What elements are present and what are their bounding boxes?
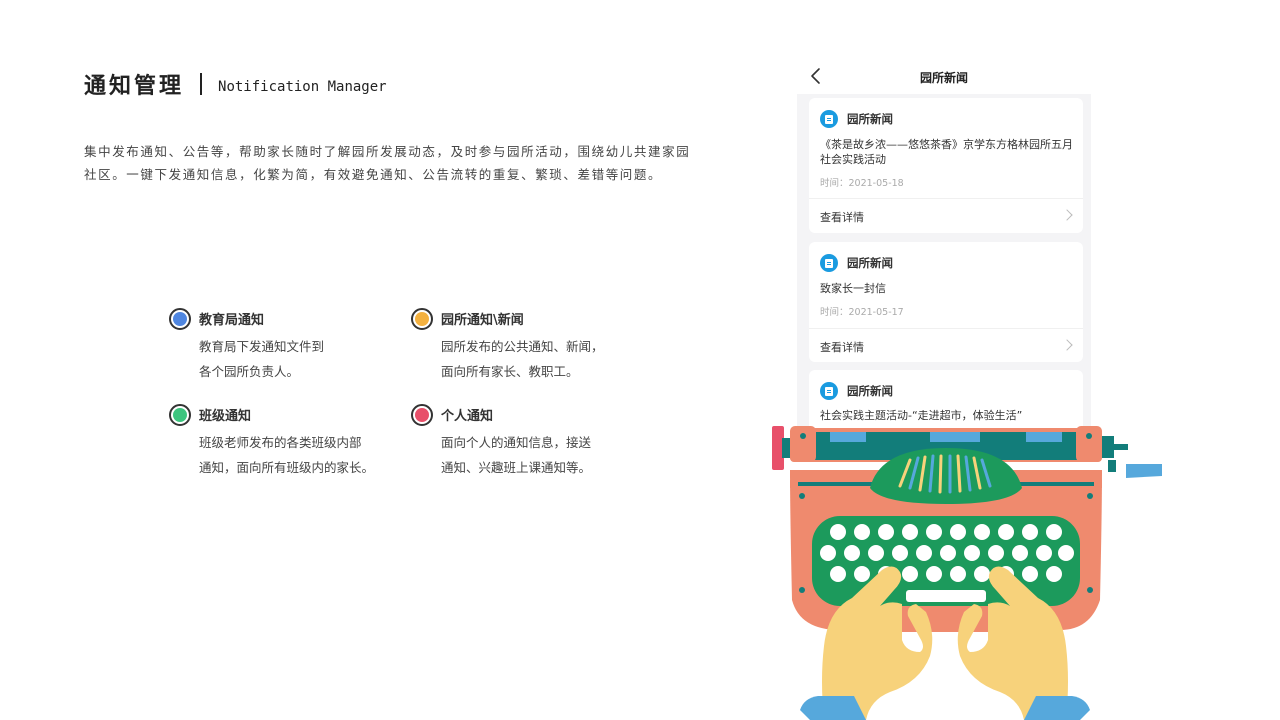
feature-desc-line: 通知、兴趣班上课通知等。 xyxy=(441,460,592,475)
news-doc-icon xyxy=(820,254,838,272)
chevron-right-icon xyxy=(1061,339,1073,351)
news-category: 园所新闻 xyxy=(847,112,893,126)
typewriter-illustration xyxy=(772,426,1162,720)
card-divider xyxy=(809,198,1083,199)
view-details-link[interactable]: 查看详情 xyxy=(820,209,864,225)
phone-title: 园所新闻 xyxy=(919,71,968,85)
news-category: 园所新闻 xyxy=(847,384,893,398)
description-line-2: 社区。一键下发通知信息，化繁为简，有效避免通知、公告流转的重复、繁琐、差错等问题… xyxy=(84,167,663,182)
news-time: 时间：2021-05-17 xyxy=(820,307,904,318)
news-time: 时间：2021-05-18 xyxy=(820,178,904,189)
description: 集中发布通知、公告等，帮助家长随时了解园所发展动态，及时参与园所活动，围绕幼儿共… xyxy=(84,140,764,186)
feature-title: 个人通知 xyxy=(441,409,494,424)
bullet-icon xyxy=(169,404,191,426)
news-title: 致家长一封信 xyxy=(820,282,886,295)
news-doc-icon xyxy=(820,382,838,400)
chevron-right-icon xyxy=(1061,209,1073,221)
news-card[interactable]: 园所新闻 致家长一封信 时间：2021-05-17 查看详情 xyxy=(809,242,1083,362)
feature-title: 园所通知\新闻 xyxy=(441,313,524,328)
crank-handle-icon xyxy=(1126,464,1162,478)
feature-desc: 班级老师发布的各类班级内部 通知，面向所有班级内的家长。 xyxy=(199,430,374,480)
news-doc-icon xyxy=(820,110,838,128)
feature-desc-line: 教育局下发通知文件到 xyxy=(199,339,325,354)
feature-desc-line: 班级老师发布的各类班级内部 xyxy=(199,435,362,450)
feature-desc-line: 园所发布的公共通知、新闻， xyxy=(441,339,604,354)
feature-desc-line: 面向个人的通知信息，接送 xyxy=(441,435,592,450)
view-details-link[interactable]: 查看详情 xyxy=(820,339,864,355)
feature-desc-line: 面向所有家长、教职工。 xyxy=(441,364,579,379)
feature-desc: 园所发布的公共通知、新闻， 面向所有家长、教职工。 xyxy=(441,334,604,384)
news-card[interactable]: 园所新闻 《茶是故乡浓——悠悠茶香》京学东方格林园所五月社会实践活动 时间：20… xyxy=(809,98,1083,233)
card-divider xyxy=(809,328,1083,329)
feature-desc-line: 通知，面向所有班级内的家长。 xyxy=(199,460,375,475)
feature-desc: 教育局下发通知文件到 各个园所负责人。 xyxy=(199,334,324,384)
page-title: 通知管理 xyxy=(84,74,185,99)
phone-nav-bar: 园所新闻 xyxy=(797,60,1091,94)
phone-screen: 园所新闻 园所新闻 《茶是故乡浓——悠悠茶香》京学东方格林园所五月社会实践活动 … xyxy=(797,60,1091,440)
bullet-icon xyxy=(169,308,191,330)
news-category: 园所新闻 xyxy=(847,256,893,270)
feature-desc-line: 各个园所负责人。 xyxy=(199,364,300,379)
page-subtitle: Notification Manager xyxy=(218,79,387,95)
page-header: 通知管理 Notification Manager xyxy=(84,68,387,100)
description-line-1: 集中发布通知、公告等，帮助家长随时了解园所发展动态，及时参与园所活动，围绕幼儿共… xyxy=(84,144,691,159)
title-divider xyxy=(200,73,203,95)
bullet-icon xyxy=(411,308,433,330)
news-title: 《茶是故乡浓——悠悠茶香》京学东方格林园所五月社会实践活动 xyxy=(820,138,1073,166)
bullet-icon xyxy=(411,404,433,426)
feature-desc: 面向个人的通知信息，接送 通知、兴趣班上课通知等。 xyxy=(441,430,591,480)
feature-title: 教育局通知 xyxy=(199,313,265,328)
feature-title: 班级通知 xyxy=(199,409,252,424)
